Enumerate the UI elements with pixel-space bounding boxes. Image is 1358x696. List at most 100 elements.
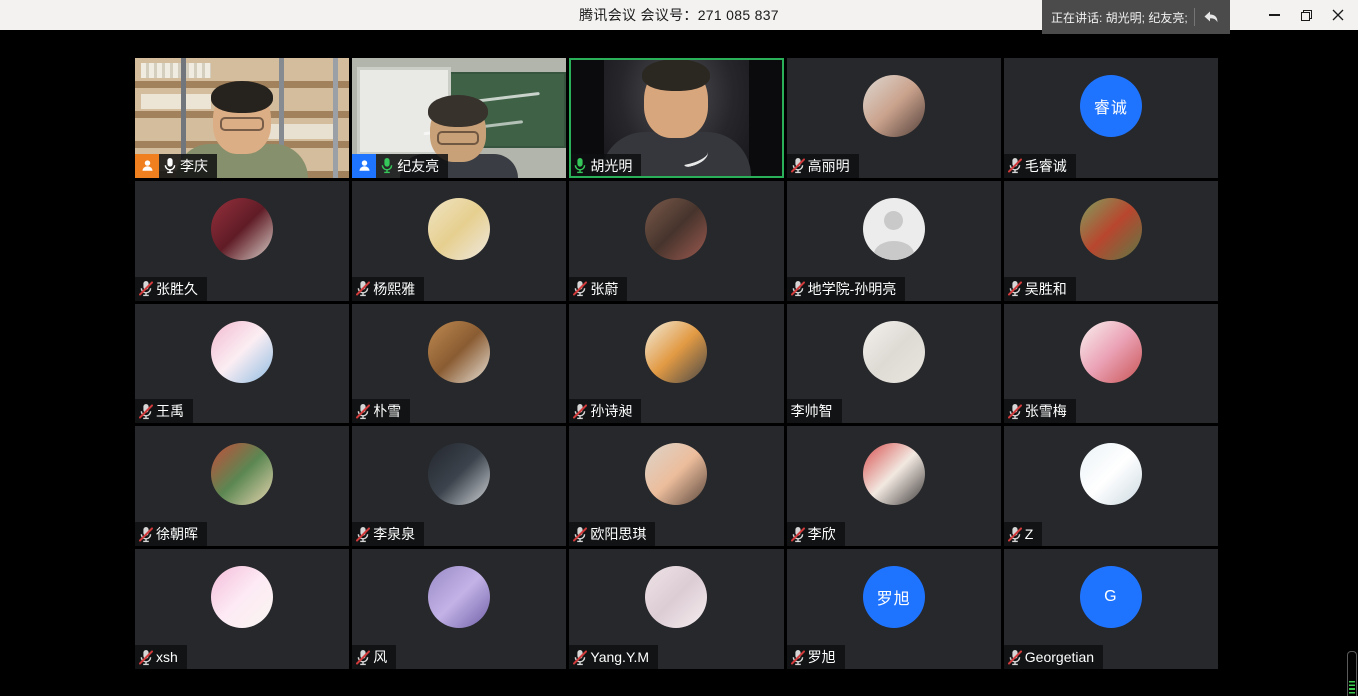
mic-icon <box>139 403 153 420</box>
close-icon <box>1332 9 1344 21</box>
participant-name: 地学院-孙明亮 <box>808 279 897 299</box>
name-label-bar: 王禹 <box>135 399 193 423</box>
name-label-bar: 李泉泉 <box>352 522 424 546</box>
participant-tile[interactable]: 罗旭 罗旭 <box>787 549 1001 669</box>
name-label-bar: 胡光明 <box>569 154 641 178</box>
participant-tile[interactable]: 纪友亮 <box>352 58 566 178</box>
avatar <box>211 321 273 383</box>
participant-name: Georgetian <box>1025 649 1094 665</box>
participant-tile[interactable]: G Georgetian <box>1004 549 1218 669</box>
mic-icon <box>573 157 587 174</box>
window-controls <box>1258 0 1354 30</box>
back-arrow-icon[interactable] <box>1202 9 1219 25</box>
participant-name: 李庆 <box>180 156 208 176</box>
scrollbar[interactable] <box>1347 651 1357 696</box>
participant-tile[interactable]: Z <box>1004 426 1218 546</box>
participant-tile[interactable]: 胡光明 <box>569 58 783 178</box>
mic-icon <box>139 526 153 543</box>
mic-icon <box>1008 157 1022 174</box>
restore-button[interactable] <box>1290 0 1322 30</box>
avatar <box>863 75 925 137</box>
participant-name: 杨熙雅 <box>373 279 415 299</box>
name-label-bar: Z <box>1004 522 1043 546</box>
avatar <box>863 321 925 383</box>
participant-name: 朴雪 <box>373 401 401 421</box>
mic-icon <box>573 280 587 297</box>
person-icon <box>140 158 155 173</box>
mic-icon <box>1008 403 1022 420</box>
name-label-bar: 朴雪 <box>352 399 410 423</box>
name-label-bar: 纪友亮 <box>376 154 448 178</box>
participant-tile[interactable]: 李庆 <box>135 58 349 178</box>
participant-tile[interactable]: 张胜久 <box>135 181 349 301</box>
avatar <box>428 566 490 628</box>
avatar-initials: G <box>1104 588 1117 606</box>
participant-tile[interactable]: 孙诗昶 <box>569 304 783 424</box>
mic-icon <box>356 280 370 297</box>
mic-icon <box>1008 526 1022 543</box>
participant-tile[interactable]: 李欣 <box>787 426 1001 546</box>
minimize-icon <box>1269 14 1280 16</box>
avatar <box>211 566 273 628</box>
participant-tile[interactable]: 地学院-孙明亮 <box>787 181 1001 301</box>
participant-name: 罗旭 <box>808 647 836 667</box>
avatar <box>1080 198 1142 260</box>
avatar <box>863 443 925 505</box>
window-title: 腾讯会议 会议号：271 085 837 <box>579 5 779 25</box>
close-button[interactable] <box>1322 0 1354 30</box>
mic-icon <box>791 280 805 297</box>
participant-tile[interactable]: 吴胜和 <box>1004 181 1218 301</box>
participant-name: 纪友亮 <box>397 156 439 176</box>
participant-tile[interactable]: 王禹 <box>135 304 349 424</box>
name-label-bar: 罗旭 <box>787 645 845 669</box>
mic-icon <box>791 649 805 666</box>
avatar <box>863 198 925 260</box>
participant-name: 毛睿诚 <box>1025 156 1067 176</box>
mic-icon <box>356 649 370 666</box>
name-label-bar: Georgetian <box>1004 645 1103 669</box>
avatar <box>645 198 707 260</box>
avatar <box>428 321 490 383</box>
person-head <box>644 64 708 138</box>
participant-tile[interactable]: 张蔚 <box>569 181 783 301</box>
participant-name: 吴胜和 <box>1025 279 1067 299</box>
avatar <box>211 198 273 260</box>
avatar: 罗旭 <box>863 566 925 628</box>
participant-name: 李泉泉 <box>373 524 415 544</box>
participant-tile[interactable]: Yang.Y.M <box>569 549 783 669</box>
name-label-bar: 欧阳思琪 <box>569 522 655 546</box>
mic-icon <box>791 157 805 174</box>
name-label-bar: xsh <box>135 645 187 669</box>
participant-tile[interactable]: 朴雪 <box>352 304 566 424</box>
participant-tile[interactable]: 李帅智 <box>787 304 1001 424</box>
participant-tile[interactable]: 李泉泉 <box>352 426 566 546</box>
app-window: 腾讯会议 会议号：271 085 837 正在讲话: 胡光明; 纪友亮; <box>0 0 1358 696</box>
participant-tile[interactable]: 张雪梅 <box>1004 304 1218 424</box>
participant-tile[interactable]: 风 <box>352 549 566 669</box>
participant-tile[interactable]: 高丽明 <box>787 58 1001 178</box>
participant-tile[interactable]: 杨熙雅 <box>352 181 566 301</box>
minimize-button[interactable] <box>1258 0 1290 30</box>
speaking-banner: 正在讲话: 胡光明; 纪友亮; <box>1042 0 1230 34</box>
participant-tile[interactable]: 睿诚 毛睿诚 <box>1004 58 1218 178</box>
participant-tile[interactable]: 徐朝晖 <box>135 426 349 546</box>
mic-icon <box>791 526 805 543</box>
mic-icon <box>1008 649 1022 666</box>
participant-tile[interactable]: 欧阳思琪 <box>569 426 783 546</box>
participant-name: 高丽明 <box>808 156 850 176</box>
scene-prop <box>141 63 211 78</box>
mic-icon <box>356 526 370 543</box>
participant-tile[interactable]: xsh <box>135 549 349 669</box>
person-icon <box>357 158 372 173</box>
avatar <box>428 443 490 505</box>
participant-name: 张蔚 <box>590 279 618 299</box>
speaking-banner-text: 正在讲话: 胡光明; 纪友亮; <box>1051 9 1188 26</box>
participant-name: 徐朝晖 <box>156 524 198 544</box>
avatar-initials: 罗旭 <box>877 585 911 609</box>
name-label-bar: 李庆 <box>159 154 217 178</box>
scrollbar-stripes <box>1349 681 1355 694</box>
participant-name: 欧阳思琪 <box>590 524 646 544</box>
avatar: 睿诚 <box>1080 75 1142 137</box>
name-label-bar: 高丽明 <box>787 154 859 178</box>
person-head <box>213 86 271 154</box>
